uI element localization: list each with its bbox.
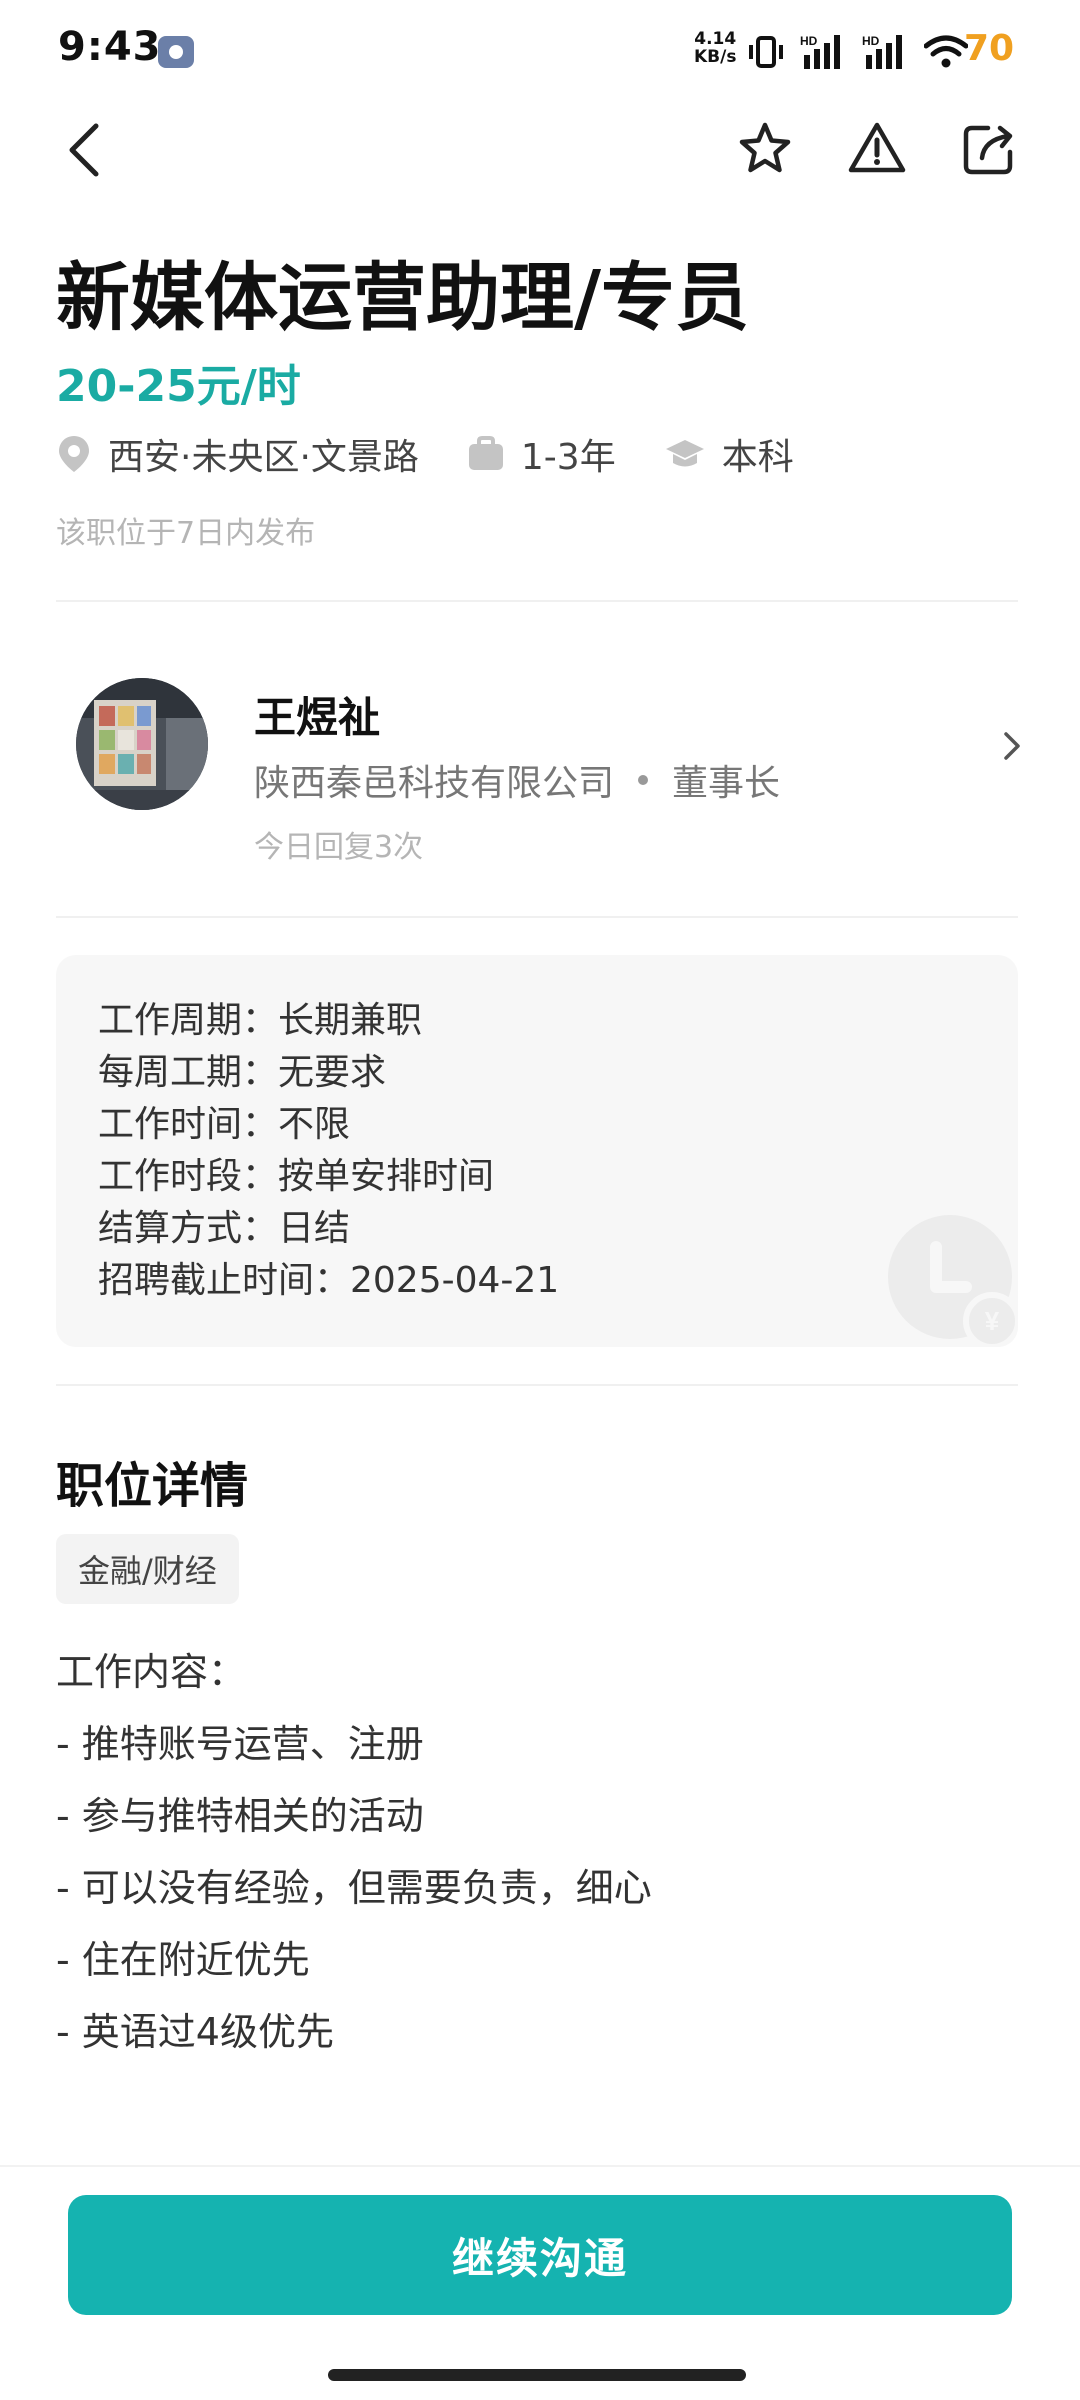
recruiter-name: 王煜祉 bbox=[254, 693, 381, 742]
education-text: 本科 bbox=[721, 437, 794, 478]
description-line: - 英语过4级优先 bbox=[56, 2010, 334, 2054]
status-icons: HD HD bbox=[748, 30, 968, 74]
svg-text:¥: ¥ bbox=[985, 1306, 1000, 1336]
hd-signal-icon: HD bbox=[800, 34, 840, 69]
divider bbox=[56, 916, 1018, 918]
clock-yen-icon: ¥ bbox=[888, 1215, 1018, 1347]
status-time: 9:43 bbox=[58, 24, 162, 70]
description-line: - 推特账号运营、注册 bbox=[56, 1722, 424, 1766]
recruiter-chevron bbox=[998, 726, 1028, 766]
work-info-card: 工作周期：长期兼职 每周工期：无要求 工作时间：不限 工作时段：按单安排时间 结… bbox=[56, 955, 1018, 1347]
report-button[interactable] bbox=[846, 118, 908, 180]
star-icon bbox=[739, 122, 791, 173]
location-item: 西安·未央区·文景路 bbox=[56, 428, 419, 480]
vibrate-icon bbox=[749, 36, 783, 68]
favorite-button[interactable] bbox=[734, 118, 796, 180]
description-line: - 可以没有经验，但需要负责，细心 bbox=[56, 1866, 652, 1910]
network-speed-value: 4.14 bbox=[694, 29, 737, 49]
battery-level: 70 bbox=[964, 28, 1015, 69]
briefcase-icon bbox=[468, 436, 503, 470]
details-title: 职位详情 bbox=[56, 1458, 249, 1514]
description-line: 工作内容： bbox=[56, 1650, 247, 1694]
category-tag: 金融/财经 bbox=[56, 1534, 239, 1604]
job-description: 工作内容： - 推特账号运营、注册 - 参与推特相关的活动 - 可以没有经验，但… bbox=[56, 1636, 652, 2068]
work-time-slot: 工作时段：按单安排时间 bbox=[98, 1156, 495, 1197]
posted-time: 该职位于7日内发布 bbox=[56, 516, 316, 551]
hd-signal-icon: HD bbox=[862, 34, 902, 69]
education-item: 本科 bbox=[664, 428, 794, 480]
chevron-right-icon bbox=[1004, 732, 1020, 760]
avatar bbox=[76, 678, 208, 810]
svg-text:HD: HD bbox=[862, 34, 880, 48]
location-pin-icon bbox=[59, 436, 89, 472]
home-indicator[interactable] bbox=[328, 2369, 746, 2381]
divider bbox=[56, 600, 1018, 602]
recruiter-company-line: 陕西秦邑科技有限公司 董事长 bbox=[254, 754, 780, 806]
recruiter-reply-count: 今日回复3次 bbox=[254, 830, 424, 865]
back-button[interactable] bbox=[56, 120, 116, 180]
recruiter-company: 陕西秦邑科技有限公司 bbox=[254, 763, 615, 804]
experience-text: 1-3年 bbox=[520, 437, 616, 478]
job-title: 新媒体运营助理/专员 bbox=[56, 255, 750, 341]
network-speed: 4.14 KB/s bbox=[694, 30, 736, 66]
share-button[interactable] bbox=[958, 118, 1020, 180]
svg-text:HD: HD bbox=[800, 34, 818, 48]
bottom-bar-divider bbox=[0, 2165, 1080, 2167]
work-hours: 工作时间：不限 bbox=[98, 1104, 351, 1145]
recruit-deadline: 招聘截止时间：2025-04-21 bbox=[98, 1260, 560, 1301]
work-info-list: 工作周期：长期兼职 每周工期：无要求 工作时间：不限 工作时段：按单安排时间 结… bbox=[98, 995, 559, 1307]
share-icon bbox=[963, 125, 1013, 175]
recruiter-role: 董事长 bbox=[672, 763, 781, 804]
description-line: - 参与推特相关的活动 bbox=[56, 1794, 424, 1838]
warning-icon bbox=[848, 122, 906, 173]
description-line: - 住在附近优先 bbox=[56, 1938, 310, 1982]
location-text: 西安·未央区·文景路 bbox=[108, 437, 419, 478]
status-bar: 9:43 4.14 KB/s HD HD 70 bbox=[0, 0, 1080, 100]
job-meta: 西安·未央区·文景路 1-3年 本科 bbox=[56, 428, 842, 480]
job-detail-screen: 9:43 4.14 KB/s HD HD 70 新媒体运营助理/专员 20-25… bbox=[0, 0, 1080, 2400]
chevron-left-icon bbox=[69, 123, 99, 177]
app-notification-icon bbox=[158, 36, 194, 68]
avatar-image bbox=[76, 678, 208, 810]
wifi-icon bbox=[924, 35, 968, 68]
weekly-schedule: 每周工期：无要求 bbox=[98, 1052, 387, 1093]
settlement-method: 结算方式：日结 bbox=[98, 1208, 351, 1249]
network-speed-unit: KB/s bbox=[694, 47, 737, 67]
graduation-cap-icon bbox=[665, 440, 704, 467]
nav-actions bbox=[734, 118, 1020, 180]
salary: 20-25元/时 bbox=[56, 361, 301, 412]
experience-item: 1-3年 bbox=[467, 428, 616, 480]
divider bbox=[56, 1384, 1018, 1386]
continue-chat-button[interactable]: 继续沟通 bbox=[68, 2195, 1012, 2315]
work-period: 工作周期：长期兼职 bbox=[98, 1000, 423, 1041]
separator-dot bbox=[638, 775, 649, 785]
